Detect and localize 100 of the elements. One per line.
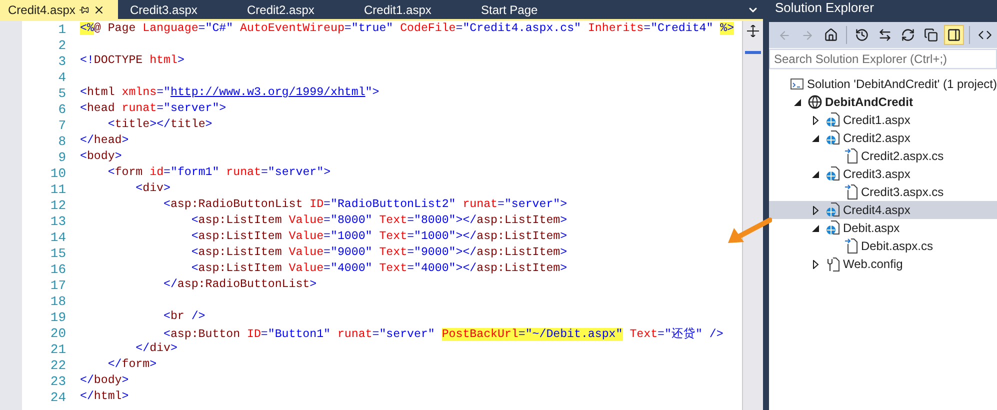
code-token: > — [170, 342, 178, 355]
line-number: 18 — [49, 294, 66, 310]
code-token: < — [108, 118, 115, 131]
code-token: ID — [310, 198, 324, 211]
search-field[interactable]: Search Solution Explorer (Ctrl+;) — [768, 49, 997, 69]
code-token: < — [191, 262, 198, 275]
code-token: ="Button1" — [260, 328, 332, 341]
tree-item[interactable]: Web.config — [768, 255, 997, 273]
line-number: 6 — [57, 102, 66, 118]
code-token: Text — [379, 246, 408, 259]
code-token: ="4000" — [324, 262, 374, 275]
code-token: Text — [379, 262, 408, 275]
code-token: Text — [379, 230, 408, 243]
code-token: runat — [462, 198, 498, 211]
tree-item[interactable]: Credit1.aspx — [768, 111, 997, 129]
file-tab[interactable]: Credit3.aspx — [118, 0, 235, 19]
code-token: id — [150, 166, 164, 179]
code-token: ="Credit4.aspx.cs" — [456, 22, 582, 35]
code-token: < — [80, 150, 87, 163]
code-token: ="true" — [344, 22, 394, 35]
tree-item[interactable]: Credit2.aspx — [768, 129, 997, 147]
code-token: asp:ListItem — [198, 246, 283, 259]
code-token: > — [114, 150, 122, 163]
code-token: runat — [122, 102, 157, 115]
code-token: < — [164, 198, 170, 211]
code-token: </ — [108, 358, 122, 371]
line-number: 8 — [57, 134, 66, 150]
code-token: head — [86, 102, 116, 115]
line-number: 24 — [49, 390, 66, 406]
file-tab[interactable]: Credit1.aspx — [352, 0, 469, 19]
code-token: title — [170, 118, 206, 131]
line-number: 3 — [57, 54, 66, 70]
code-token: ="form1" — [164, 166, 220, 179]
code-token: body — [94, 374, 122, 387]
code-token: PostBackUrl — [442, 328, 518, 341]
code-token: ="server"> — [156, 102, 226, 115]
code-token: ="C#" — [198, 22, 234, 35]
code-token: </ — [80, 374, 94, 387]
tree-item[interactable]: Credit3.aspx.cs — [768, 183, 997, 201]
code-token: ="Credit4" — [644, 22, 714, 35]
line-number: 15 — [49, 246, 66, 262]
line-number: 22 — [49, 358, 66, 374]
code-token: Value — [288, 230, 324, 243]
code-token: ="1000"></ — [407, 230, 477, 243]
tree-item[interactable]: Solution 'DebitAndCredit' (1 project) — [768, 75, 997, 93]
code-token: > — [122, 390, 129, 403]
code-token: ="RadioButtonList2" — [324, 198, 457, 211]
code-token: < — [191, 230, 198, 243]
code-token: head — [94, 134, 122, 147]
tree-item[interactable]: Credit4.aspx — [768, 201, 997, 219]
tree-item[interactable]: Credit3.aspx — [768, 165, 997, 183]
code-token: ="server" — [372, 328, 436, 341]
code-token: runat — [337, 328, 372, 341]
code-token: ="9000"></ — [407, 246, 477, 259]
code-token: form — [114, 166, 144, 179]
code-token: > — [205, 118, 212, 131]
code-token: > — [560, 230, 568, 243]
code-token: Inherits — [588, 22, 644, 35]
file-tab[interactable]: Start Page — [469, 0, 586, 19]
code-link[interactable]: http://www.w3.org/1999/xhtml — [170, 86, 366, 99]
code-token: < — [108, 166, 115, 179]
code-token: "> — [365, 86, 380, 99]
code-token: < — [136, 182, 143, 195]
line-number: 4 — [57, 70, 66, 86]
tree-item[interactable]: Debit.aspx.cs — [768, 237, 997, 255]
line-number: 21 — [49, 342, 66, 358]
code-token: AutoEventWireup — [240, 22, 344, 35]
code-token: runat — [226, 166, 261, 179]
tree-item[interactable]: Debit.aspx — [768, 219, 997, 237]
code-token: DOCTYPE — [94, 54, 144, 67]
code-token: > — [122, 134, 129, 147]
code-token: < — [191, 246, 198, 259]
code-token: > — [122, 374, 129, 387]
code-token: xmlns — [122, 86, 157, 99]
code-token: asp:ListItem — [476, 246, 560, 259]
line-number: 16 — [49, 262, 66, 278]
line-number: 9 — [57, 150, 66, 166]
code-token: ="还贷" /> — [658, 328, 724, 341]
code-token: asp:ListItem — [198, 214, 283, 227]
file-tab[interactable]: Credit4.aspx — [0, 0, 118, 19]
code-token: > — [560, 262, 568, 275]
code-token: asp:RadioButtonList — [170, 198, 304, 211]
code-token: asp:ListItem — [476, 262, 560, 275]
line-number: 2 — [57, 38, 66, 54]
code-token: /> — [191, 310, 206, 323]
tree-item[interactable]: DebitAndCredit — [768, 93, 997, 111]
line-number: 14 — [49, 230, 66, 246]
line-number: 7 — [57, 118, 66, 134]
code-token: > — [560, 246, 568, 259]
code-token: =" — [156, 86, 170, 99]
code-token: ="~/Debit.aspx" — [518, 328, 623, 341]
code-token: asp:ListItem — [198, 230, 283, 243]
code-token: ="server"> — [498, 198, 568, 211]
tree-item[interactable]: Credit2.aspx.cs — [768, 147, 997, 165]
line-number: 17 — [49, 278, 66, 294]
code-token: html — [86, 86, 116, 99]
code-token: div — [150, 342, 170, 355]
line-number: 23 — [49, 374, 66, 390]
code-token: ></ — [150, 118, 170, 131]
file-tab[interactable]: Credit2.aspx — [235, 0, 352, 19]
